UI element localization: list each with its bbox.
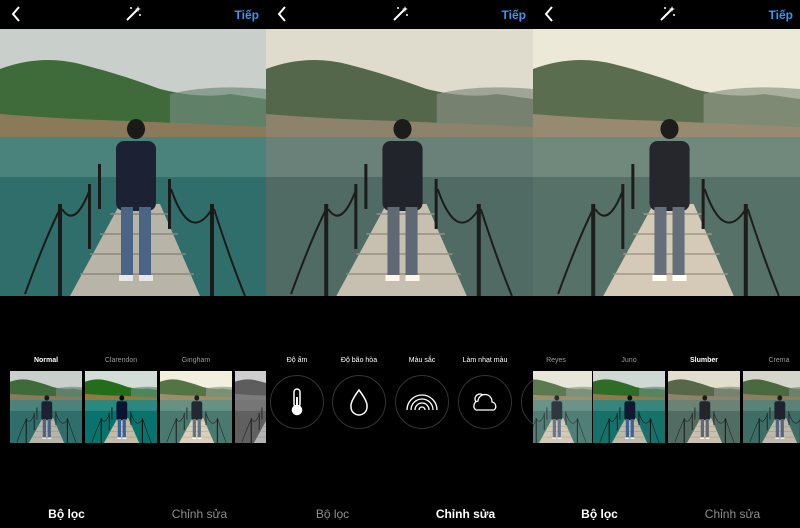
tool-label: Làm nhạt màu xyxy=(462,357,508,364)
next-button[interactable]: Tiếp xyxy=(769,8,793,22)
filter-gingham[interactable]: Gingham xyxy=(160,355,232,443)
tool-saturation[interactable]: Độ bão hòa xyxy=(330,355,388,429)
filter-screen-normal: Tiếp Normal Clarendon Gingham M Bộ lọc C… xyxy=(0,0,266,528)
magic-wand-icon[interactable] xyxy=(124,5,142,23)
magic-wand-icon[interactable] xyxy=(658,5,676,23)
tool-circle xyxy=(395,375,449,429)
photo-preview xyxy=(266,29,533,296)
filter-thumbnail xyxy=(533,371,592,443)
filter-label: Juno xyxy=(621,357,637,364)
filter-strip[interactable]: Normal Clarendon Gingham M xyxy=(0,355,266,450)
filter-thumbnail xyxy=(593,371,665,443)
bottom-tabs: Bộ lọc Chỉnh sửa xyxy=(533,500,800,528)
tool-circle xyxy=(332,375,386,429)
tool-circle xyxy=(270,375,324,429)
droplet-icon xyxy=(350,388,368,416)
next-button[interactable]: Tiếp xyxy=(235,8,259,22)
top-bar: Tiếp xyxy=(0,0,266,29)
cloud-icon xyxy=(473,393,497,411)
tool-circle xyxy=(521,375,533,429)
filter-clarendon[interactable]: Clarendon xyxy=(85,355,157,443)
thermometer-icon xyxy=(291,388,303,416)
rainbow-icon xyxy=(406,394,438,411)
back-arrow-icon[interactable] xyxy=(274,4,290,24)
tool-warmth[interactable]: Độ ấm xyxy=(268,355,326,429)
tab-filter[interactable]: Bộ lọc xyxy=(533,507,666,521)
filter-partial[interactable]: M xyxy=(235,355,266,443)
tool-circle xyxy=(458,375,512,429)
filter-thumbnail xyxy=(160,371,232,443)
bottom-tabs: Bộ lọc Chỉnh sửa xyxy=(266,500,533,528)
filter-thumbnail xyxy=(85,371,157,443)
next-button[interactable]: Tiếp xyxy=(502,8,526,22)
filter-label: Slumber xyxy=(689,357,718,364)
tab-filter[interactable]: Bộ lọc xyxy=(266,507,399,521)
filter-thumbnail xyxy=(668,371,740,443)
edit-screen: Tiếp Độ ấm Độ bão hòa Màu sắc Làm nhạt m… xyxy=(266,0,533,528)
filter-label: Reyes xyxy=(546,357,566,364)
filter-label: M xyxy=(235,355,266,367)
tool-label: Độ ấm xyxy=(286,357,308,364)
filter-juno[interactable]: Juno xyxy=(593,355,665,443)
top-bar: Tiếp xyxy=(266,0,533,29)
tool-label: Độ bão hòa xyxy=(340,357,378,364)
magic-wand-icon[interactable] xyxy=(391,5,409,23)
photo-preview xyxy=(533,29,800,296)
photo-preview xyxy=(0,29,266,296)
tab-edit[interactable]: Chỉnh sửa xyxy=(399,507,532,521)
filter-label: Clarendon xyxy=(104,357,138,364)
filter-slumber[interactable]: Slumber xyxy=(668,355,740,443)
tab-filter[interactable]: Bộ lọc xyxy=(0,507,133,521)
top-bar: Tiếp xyxy=(533,0,800,29)
tool-partial[interactable] xyxy=(519,355,533,429)
filter-screen-slumber: Tiếp Reyes Juno Slumber Crema Bộ lọc Chỉ… xyxy=(533,0,800,528)
filter-strip[interactable]: Reyes Juno Slumber Crema xyxy=(533,355,800,450)
filter-thumbnail xyxy=(235,371,266,443)
filter-label: Crema xyxy=(768,357,790,364)
filter-normal[interactable]: Normal xyxy=(10,355,82,443)
tab-edit[interactable]: Chỉnh sửa xyxy=(133,507,266,521)
tool-color[interactable]: Màu sắc xyxy=(393,355,451,429)
filter-label: Normal xyxy=(33,357,59,364)
filter-crema[interactable]: Crema xyxy=(743,355,800,443)
back-arrow-icon[interactable] xyxy=(541,4,557,24)
filter-label: Gingham xyxy=(181,357,211,364)
filter-thumbnail xyxy=(10,371,82,443)
filter-reyes[interactable]: Reyes xyxy=(533,355,592,443)
tool-label: Màu sắc xyxy=(408,357,436,364)
tab-edit[interactable]: Chỉnh sửa xyxy=(666,507,799,521)
back-arrow-icon[interactable] xyxy=(8,4,24,24)
tool-strip[interactable]: Độ ấm Độ bão hòa Màu sắc Làm nhạt màu xyxy=(266,355,533,450)
tool-fade[interactable]: Làm nhạt màu xyxy=(456,355,514,429)
bottom-tabs: Bộ lọc Chỉnh sửa xyxy=(0,500,266,528)
filter-thumbnail xyxy=(743,371,800,443)
